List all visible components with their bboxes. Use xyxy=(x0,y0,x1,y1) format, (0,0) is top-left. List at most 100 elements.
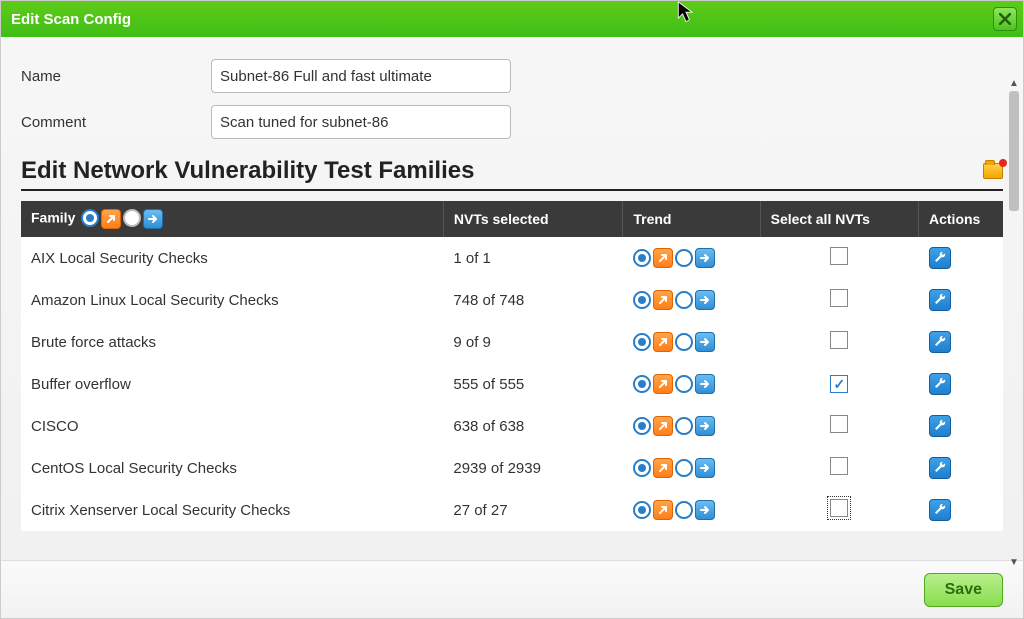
col-actions-header[interactable]: Actions xyxy=(919,201,1004,237)
edit-family-button[interactable] xyxy=(929,373,951,395)
col-trend-header[interactable]: Trend xyxy=(623,201,760,237)
edit-family-button[interactable] xyxy=(929,289,951,311)
nvts-cell: 748 of 748 xyxy=(443,279,623,321)
trend-static-radio[interactable] xyxy=(675,333,693,351)
trend-grow-radio[interactable] xyxy=(633,375,651,393)
select-all-checkbox[interactable] xyxy=(830,415,848,433)
arrow-up-right-icon xyxy=(653,458,673,478)
actions-cell xyxy=(919,321,1004,363)
arrow-right-icon xyxy=(695,248,715,268)
comment-input[interactable] xyxy=(211,105,511,139)
trend-grow-radio[interactable] xyxy=(633,291,651,309)
family-cell: Citrix Xenserver Local Security Checks xyxy=(21,489,443,531)
select-all-cell xyxy=(760,321,918,363)
actions-cell xyxy=(919,363,1004,405)
nvts-cell: 2939 of 2939 xyxy=(443,447,623,489)
select-all-checkbox[interactable] xyxy=(830,457,848,475)
header-trend-static-radio[interactable] xyxy=(123,209,141,227)
wrench-icon xyxy=(934,502,946,519)
edit-family-button[interactable] xyxy=(929,457,951,479)
dialog-content: Name Comment Edit Network Vulnerability … xyxy=(1,37,1023,560)
scroll-down-arrow-icon[interactable]: ▼ xyxy=(1007,556,1021,568)
name-input[interactable] xyxy=(211,59,511,93)
select-all-checkbox[interactable] xyxy=(830,247,848,265)
nvts-cell: 1 of 1 xyxy=(443,237,623,279)
wrench-icon xyxy=(934,376,946,393)
arrow-right-icon xyxy=(695,374,715,394)
folder-icon[interactable] xyxy=(983,163,1003,179)
edit-family-button[interactable] xyxy=(929,247,951,269)
trend-cell xyxy=(623,321,760,363)
trend-static-radio[interactable] xyxy=(675,291,693,309)
table-header-row: Family xyxy=(21,201,1003,237)
arrow-right-icon xyxy=(695,500,715,520)
trend-static-radio[interactable] xyxy=(675,249,693,267)
select-all-cell xyxy=(760,237,918,279)
wrench-icon xyxy=(934,418,946,435)
trend-cell xyxy=(623,405,760,447)
comment-row: Comment xyxy=(21,105,1003,139)
edit-scan-config-dialog: Edit Scan Config Name Comment Edit Netwo… xyxy=(0,0,1024,619)
close-icon xyxy=(999,13,1011,25)
header-trend-grow-radio[interactable] xyxy=(81,209,99,227)
arrow-right-icon xyxy=(695,290,715,310)
select-all-checkbox[interactable] xyxy=(830,331,848,349)
select-all-cell xyxy=(760,279,918,321)
arrow-up-right-icon xyxy=(653,416,673,436)
wrench-icon xyxy=(934,334,946,351)
nvts-cell: 638 of 638 xyxy=(443,405,623,447)
table-row: Amazon Linux Local Security Checks748 of… xyxy=(21,279,1003,321)
table-row: AIX Local Security Checks1 of 1 xyxy=(21,237,1003,279)
trend-static-radio[interactable] xyxy=(675,375,693,393)
arrow-up-right-icon xyxy=(101,209,121,229)
comment-label: Comment xyxy=(21,114,211,131)
actions-cell xyxy=(919,279,1004,321)
edit-family-button[interactable] xyxy=(929,499,951,521)
family-cell: Brute force attacks xyxy=(21,321,443,363)
actions-cell xyxy=(919,237,1004,279)
arrow-right-icon xyxy=(143,209,163,229)
scrollbar-thumb[interactable] xyxy=(1009,91,1019,211)
arrow-right-icon xyxy=(695,458,715,478)
select-all-checkbox[interactable] xyxy=(830,375,848,393)
col-nvts-header[interactable]: NVTs selected xyxy=(443,201,623,237)
save-button[interactable]: Save xyxy=(924,573,1003,607)
close-button[interactable] xyxy=(993,7,1017,31)
wrench-icon xyxy=(934,250,946,267)
col-family-header[interactable]: Family xyxy=(21,201,443,237)
select-all-cell xyxy=(760,489,918,531)
scroll-up-arrow-icon[interactable]: ▲ xyxy=(1007,77,1021,89)
arrow-up-right-icon xyxy=(653,290,673,310)
trend-static-radio[interactable] xyxy=(675,459,693,477)
edit-family-button[interactable] xyxy=(929,331,951,353)
trend-static-radio[interactable] xyxy=(675,417,693,435)
actions-cell xyxy=(919,405,1004,447)
trend-grow-radio[interactable] xyxy=(633,501,651,519)
vertical-scrollbar[interactable]: ▲ ▼ xyxy=(1007,77,1021,568)
trend-grow-radio[interactable] xyxy=(633,459,651,477)
trend-static-radio[interactable] xyxy=(675,501,693,519)
edit-family-button[interactable] xyxy=(929,415,951,437)
table-row: Brute force attacks9 of 9 xyxy=(21,321,1003,363)
select-all-cell xyxy=(760,447,918,489)
family-cell: CentOS Local Security Checks xyxy=(21,447,443,489)
actions-cell xyxy=(919,489,1004,531)
select-all-cell xyxy=(760,405,918,447)
family-cell: Buffer overflow xyxy=(21,363,443,405)
name-row: Name xyxy=(21,59,1003,93)
col-select-header[interactable]: Select all NVTs xyxy=(760,201,918,237)
trend-cell xyxy=(623,447,760,489)
table-row: Buffer overflow555 of 555 xyxy=(21,363,1003,405)
trend-grow-radio[interactable] xyxy=(633,333,651,351)
actions-cell xyxy=(919,447,1004,489)
nvts-cell: 27 of 27 xyxy=(443,489,623,531)
select-all-checkbox[interactable] xyxy=(830,289,848,307)
wrench-icon xyxy=(934,460,946,477)
trend-cell xyxy=(623,279,760,321)
trend-grow-radio[interactable] xyxy=(633,249,651,267)
dialog-titlebar: Edit Scan Config xyxy=(1,1,1023,37)
table-row: CISCO638 of 638 xyxy=(21,405,1003,447)
select-all-checkbox[interactable] xyxy=(830,499,848,517)
trend-grow-radio[interactable] xyxy=(633,417,651,435)
families-table: Family xyxy=(21,201,1003,531)
